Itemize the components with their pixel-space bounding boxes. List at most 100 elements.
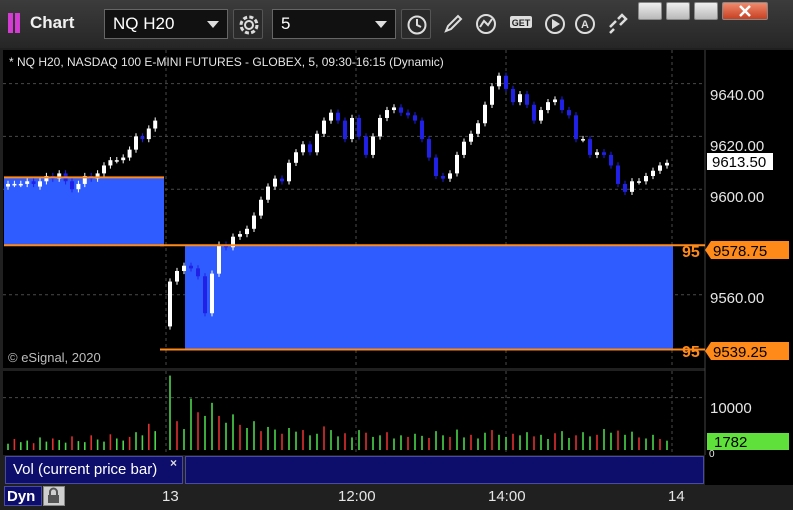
candle-body [280,178,284,182]
settings-gear-icon[interactable] [233,9,263,39]
volume-zero-label: 0 [709,449,715,460]
candle-body [539,110,543,121]
candle-body [595,152,599,155]
candle-body [644,176,648,182]
get-label: GET [512,18,531,28]
price-tick-label: 9640.00 [710,87,764,104]
candle-body [518,94,522,103]
candle-body [175,271,179,282]
candle-body [12,183,17,186]
candle-body [602,152,606,155]
candle-body [102,165,106,174]
candle-body [70,181,74,190]
candle-body [616,165,620,184]
candle-body [525,94,529,105]
volume-study-text: Vol (current price bar) [13,461,158,478]
candle-body [371,136,375,155]
time-axis-label: 13 [162,488,179,505]
line-tag-lower: 95 [682,344,700,361]
candle-body [553,99,557,103]
chart-area[interactable]: * NQ H20, NASDAQ 100 E-MINI FUTURES - GL… [0,48,793,510]
toolbar: Chart NQ H20 5 GET A [0,0,793,48]
chevron-down-icon [375,21,387,28]
candle-body [322,120,326,134]
candle-body [378,117,382,137]
minimize-icon[interactable] [666,2,690,20]
candle-body [490,86,494,105]
line-tag-upper: 95 [682,244,700,261]
candle-body [6,183,10,187]
candle-body [546,102,550,111]
upper-level-label: 9578.75 [713,243,767,260]
candle-body [287,162,291,182]
candle-body [497,75,501,87]
close-study-icon[interactable]: × [170,456,177,470]
candle-body [623,183,627,192]
candle-body [196,268,200,277]
window-title: Chart [30,13,75,32]
candle-body [273,178,277,187]
volume-study-label[interactable]: Vol (current price bar) [5,456,183,484]
volume-study-bar [185,456,704,484]
clock-icon[interactable] [401,9,431,39]
link-icon[interactable] [602,9,632,39]
opening-range-fill [185,245,673,350]
candle-body [31,181,36,184]
candle-body [469,133,473,142]
chart-app-icon [8,13,20,33]
candle-body [350,117,354,140]
time-axis-label: 14 [668,488,685,505]
chevron-down-icon [207,21,219,28]
candle-body [336,112,340,121]
candle-body [658,165,662,171]
price-tick-label: 9620.00 [710,138,764,155]
candle-body [427,139,431,158]
symbol-dropdown[interactable]: NQ H20 [104,9,228,39]
get-data-icon[interactable]: GET [505,9,535,39]
restore-icon[interactable] [638,2,662,20]
candle-body [114,160,119,162]
candle-body [146,128,151,140]
chart-window: Chart NQ H20 5 GET A * NQ H20, NASDAQ 10… [0,0,793,510]
candle-body [153,120,158,129]
candle-body [511,88,515,103]
candle-body [441,176,445,179]
volume-tick-label: 10000 [710,400,752,417]
candle-body [392,107,396,111]
candle-body [651,170,655,177]
play-icon[interactable] [540,9,570,39]
candle-body [406,112,410,116]
candle-body [357,117,361,137]
study-curve-icon[interactable] [471,9,501,39]
candle-body [581,139,585,141]
price-axis[interactable] [705,50,793,485]
candle-body [329,112,333,121]
time-axis-label: 12:00 [338,488,376,505]
volume-last-label: 1782 [714,434,747,451]
candle-body [308,144,312,153]
candle-body [140,136,145,140]
lower-level-label: 9539.25 [713,344,767,361]
candle-body [434,157,438,177]
candle-body [637,181,641,183]
candle-body [630,181,634,192]
dynamic-mode-button[interactable]: Dyn [4,486,42,506]
interval-dropdown[interactable]: 5 [272,9,396,39]
symbol-value: NQ H20 [113,14,175,33]
alert-label: A [581,19,589,31]
candle-body [420,120,424,140]
close-icon[interactable] [722,2,768,20]
pencil-draw-icon[interactable] [438,9,468,39]
alert-icon[interactable]: A [570,9,600,39]
lock-icon[interactable] [43,486,65,506]
time-axis-label: 14:00 [488,488,526,505]
candle-body [609,154,613,166]
prior-day-range-fill [4,177,164,246]
volume-panel[interactable] [3,371,705,455]
candle-body [504,75,508,89]
candle-body [168,281,172,327]
candle-body [217,244,221,274]
maximize-icon[interactable] [694,2,718,20]
candle-body [121,157,126,161]
price-tick-label: 9560.00 [710,290,764,307]
